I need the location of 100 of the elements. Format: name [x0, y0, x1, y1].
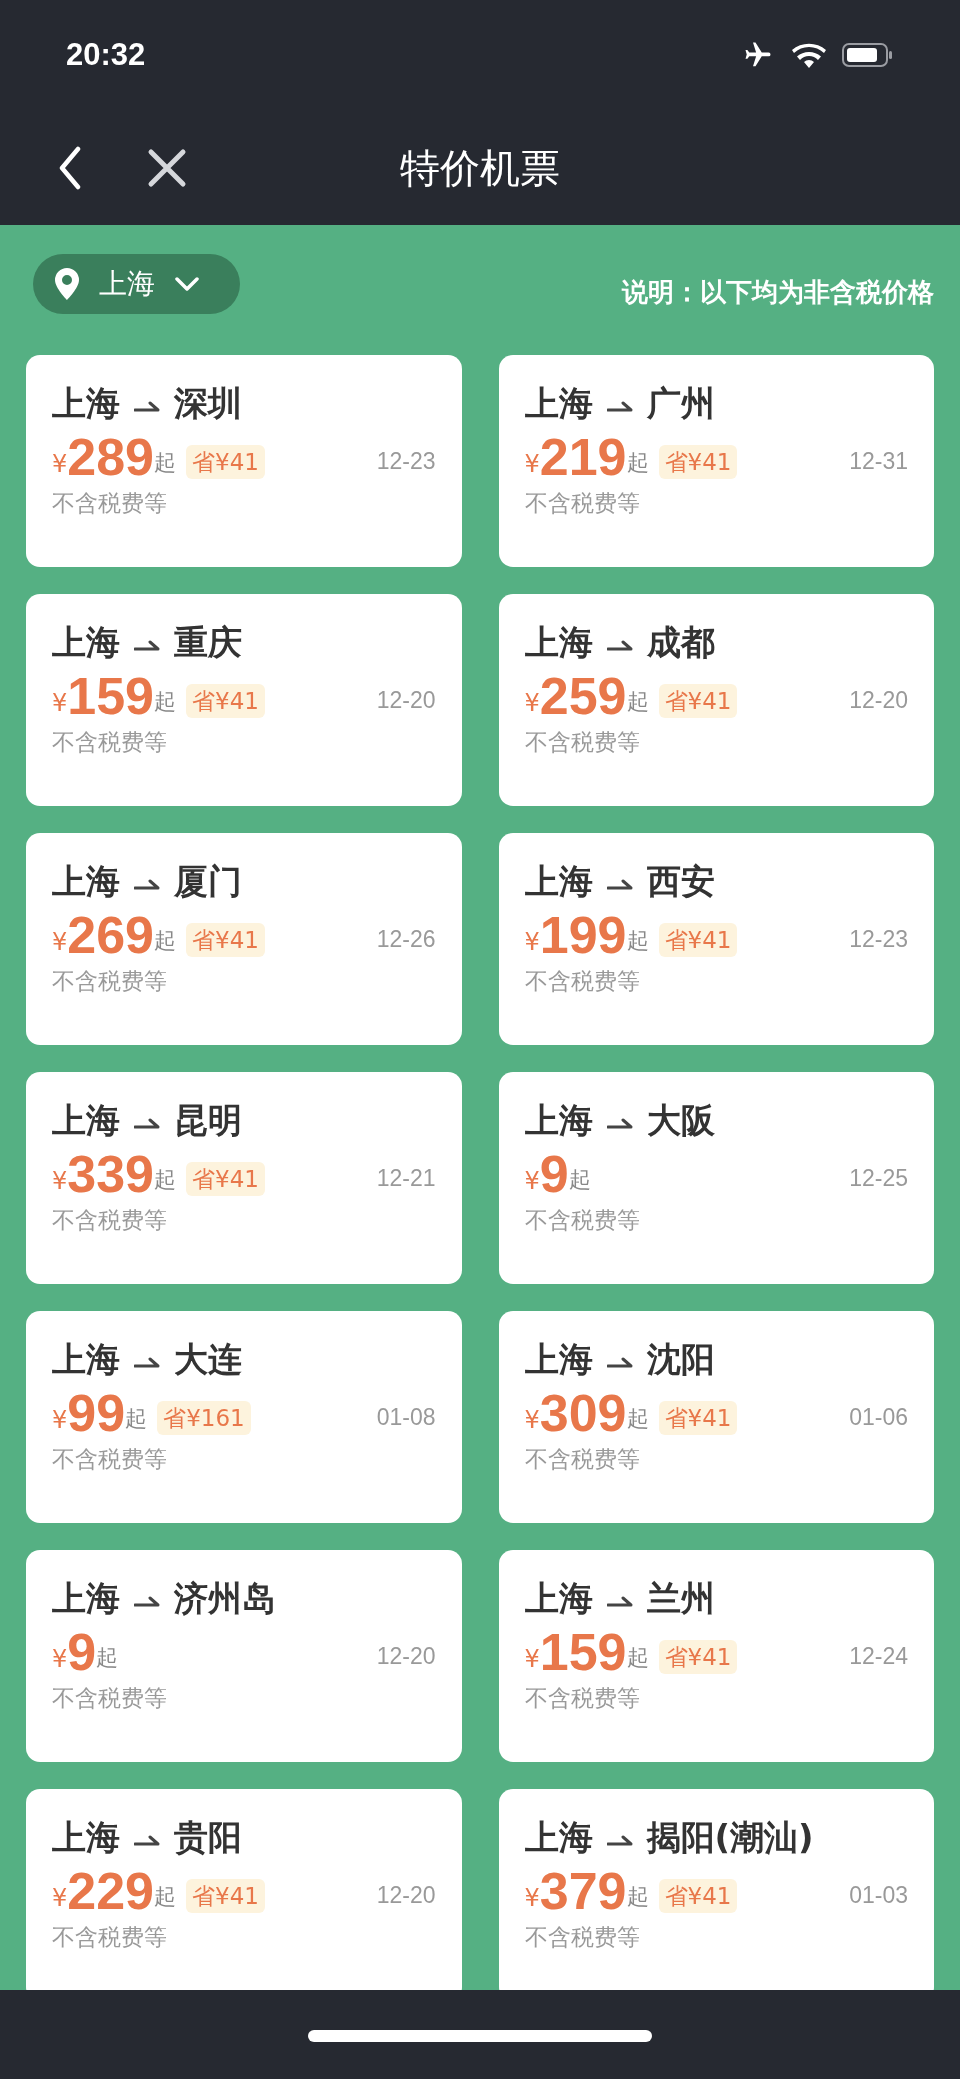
destination-city: 重庆 [174, 621, 242, 664]
price: 379 [539, 1863, 627, 1919]
deal-card[interactable]: 上海 贵阳 ¥229起 省¥41 12-20 不含税费等 [26, 1789, 462, 1990]
currency-symbol: ¥ [524, 449, 540, 479]
price: 339 [67, 1146, 155, 1202]
destination-city: 昆明 [174, 1099, 242, 1142]
currency-symbol: ¥ [52, 1644, 68, 1674]
date: 12-24 [849, 1642, 908, 1670]
price-suffix: 起 [626, 927, 649, 955]
deal-card[interactable]: 上海 兰州 ¥159起 省¥41 12-24 不含税费等 [498, 1550, 934, 1762]
destination-city: 济州岛 [174, 1577, 276, 1620]
date: 01-03 [849, 1881, 908, 1909]
currency-symbol: ¥ [52, 927, 68, 957]
date: 12-26 [376, 925, 436, 953]
currency-symbol: ¥ [52, 1405, 68, 1435]
date: 12-20 [376, 686, 436, 714]
deal-card[interactable]: 上海 揭阳(潮汕) ¥379起 省¥41 01-03 不含税费等 [498, 1789, 934, 1990]
origin-city: 上海 [524, 1099, 593, 1142]
price-suffix: 起 [626, 1405, 649, 1433]
price-suffix: 起 [154, 449, 177, 477]
savings-tag: 省¥41 [658, 684, 738, 718]
deal-card[interactable]: 上海 沈阳 ¥309起 省¥41 01-06 不含税费等 [498, 1311, 934, 1523]
destination-city: 大连 [174, 1338, 242, 1381]
tax-note: 不含税费等 [524, 1684, 641, 1713]
date: 12-23 [849, 925, 908, 953]
date: 01-06 [849, 1403, 908, 1431]
tax-note: 不含税费等 [52, 1445, 168, 1474]
savings-tag: 省¥41 [186, 1879, 265, 1913]
price: 159 [67, 668, 155, 724]
savings-tag: 省¥41 [186, 923, 265, 957]
deal-card[interactable]: 上海 西安 ¥199起 省¥41 12-23 不含税费等 [498, 833, 934, 1045]
tax-note: 不含税费等 [52, 489, 168, 518]
back-icon [58, 145, 82, 190]
deal-card[interactable]: 上海 济州岛 ¥9起 12-20 不含税费等 [26, 1550, 462, 1762]
city-selector[interactable]: 上海 [33, 254, 240, 314]
savings-tag: 省¥41 [658, 1879, 738, 1913]
destination-city: 贵阳 [174, 1816, 242, 1859]
price: 219 [539, 429, 627, 485]
deal-card[interactable]: 上海 重庆 ¥159起 省¥41 12-20 不含税费等 [26, 594, 462, 806]
destination-city: 沈阳 [646, 1338, 715, 1381]
deal-card[interactable]: 上海 大连 ¥99起 省¥161 01-08 不含税费等 [26, 1311, 462, 1523]
date: 12-23 [376, 447, 436, 475]
destination-city: 揭阳(潮汕) [646, 1816, 814, 1859]
price: 199 [539, 907, 627, 963]
destination-city: 深圳 [174, 382, 242, 425]
tax-note: 不含税费等 [524, 1206, 641, 1235]
tax-note: 不含税费等 [524, 1445, 641, 1474]
tax-note: 不含税费等 [52, 1206, 168, 1235]
currency-symbol: ¥ [524, 688, 540, 718]
price: 9 [67, 1624, 97, 1680]
date: 12-20 [849, 686, 908, 714]
destination-city: 广州 [646, 382, 715, 425]
tax-note: 不含税费等 [524, 489, 641, 518]
price-suffix: 起 [154, 688, 177, 716]
tax-note: 不含税费等 [52, 728, 168, 757]
deal-card[interactable]: 上海 昆明 ¥339起 省¥41 12-21 不含税费等 [26, 1072, 462, 1284]
savings-tag: 省¥161 [157, 1401, 251, 1435]
tax-note: 不含税费等 [524, 728, 641, 757]
origin-city: 上海 [524, 1577, 593, 1620]
tax-note: 不含税费等 [52, 1923, 168, 1952]
wifi-icon [792, 42, 826, 68]
deal-card[interactable]: 上海 深圳 ¥289起 省¥41 12-23 不含税费等 [26, 355, 462, 567]
status-time: 20:32 [66, 35, 146, 74]
price-suffix: 起 [626, 1883, 649, 1911]
tax-note: 不含税费等 [52, 967, 168, 996]
origin-city: 上海 [52, 382, 120, 425]
date: 01-08 [376, 1403, 436, 1431]
savings-tag: 省¥41 [186, 684, 265, 718]
page-title: 特价机票 [400, 143, 560, 193]
tax-note: 不含税费等 [52, 1684, 168, 1713]
price-suffix: 起 [154, 1166, 177, 1194]
tax-notice: 说明：以下均为非含税价格 [622, 275, 934, 309]
close-icon [147, 147, 187, 188]
currency-symbol: ¥ [524, 1883, 540, 1913]
deal-card[interactable]: 上海 广州 ¥219起 省¥41 12-31 不含税费等 [498, 355, 934, 567]
currency-symbol: ¥ [524, 1405, 540, 1435]
chevron-down-icon [175, 277, 199, 291]
currency-symbol: ¥ [52, 1166, 68, 1196]
location-pin-icon [55, 268, 79, 300]
price: 9 [539, 1146, 569, 1202]
origin-city: 上海 [52, 1816, 120, 1859]
currency-symbol: ¥ [524, 927, 540, 957]
price: 269 [67, 907, 155, 963]
price: 309 [539, 1385, 627, 1441]
deal-card[interactable]: 上海 成都 ¥259起 省¥41 12-20 不含税费等 [498, 594, 934, 806]
destination-city: 厦门 [174, 860, 242, 903]
price-suffix: 起 [154, 927, 177, 955]
deal-card[interactable]: 上海 大阪 ¥9起 12-25 不含税费等 [498, 1072, 934, 1284]
deal-card[interactable]: 上海 厦门 ¥269起 省¥41 12-26 不含税费等 [26, 833, 462, 1045]
origin-city: 上海 [524, 1338, 593, 1381]
price: 259 [539, 668, 627, 724]
currency-symbol: ¥ [52, 688, 68, 718]
currency-symbol: ¥ [52, 449, 68, 479]
date: 12-31 [849, 447, 908, 475]
price-suffix: 起 [626, 449, 649, 477]
origin-city: 上海 [52, 1577, 120, 1620]
origin-city: 上海 [524, 382, 593, 425]
price-suffix: 起 [568, 1166, 591, 1194]
date: 12-20 [376, 1642, 436, 1670]
origin-city: 上海 [52, 1099, 120, 1142]
